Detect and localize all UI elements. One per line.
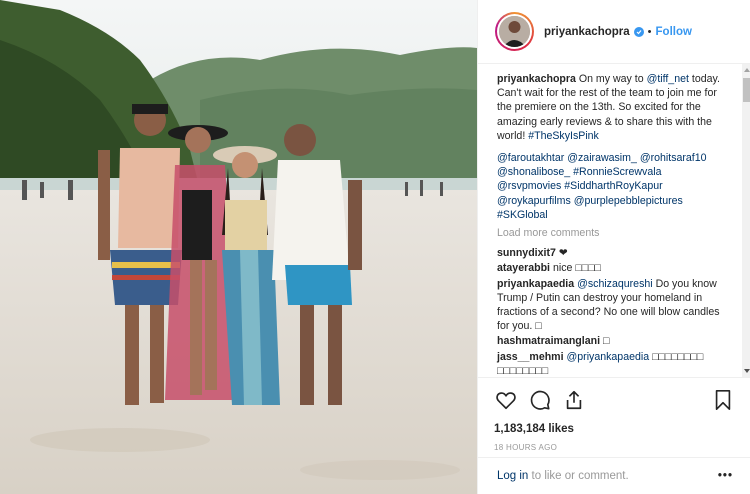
comment-item: hashmatraimanglani □ [497, 334, 730, 348]
likes-count[interactable]: 1,183,184 likes [494, 423, 735, 435]
heart-icon[interactable] [494, 388, 518, 412]
post-header: priyankachopra • Follow [478, 0, 750, 64]
hashtag-link[interactable]: #SiddharthRoyKapur [564, 180, 662, 192]
caption-username[interactable]: priyankachopra [497, 73, 576, 85]
comment-text: □ [602, 335, 610, 348]
mention-link[interactable]: @tiff_net [647, 73, 689, 85]
follow-button[interactable]: Follow [656, 26, 692, 38]
comments-list[interactable]: priyankachopra On my way to @tiff_net to… [478, 64, 742, 377]
scroll-up-arrow-icon[interactable] [744, 68, 750, 72]
login-footer: Log in to like or comment. ••• [478, 457, 750, 494]
avatar[interactable] [499, 16, 530, 47]
mention-link[interactable]: @priyankapaedia [567, 351, 650, 363]
mention-link[interactable]: @schizaqureshi [577, 278, 653, 290]
post-timestamp[interactable]: 18 HOURS AGO [494, 443, 735, 452]
post-caption: priyankachopra On my way to @tiff_net to… [497, 73, 720, 142]
share-icon[interactable] [562, 388, 586, 412]
post-photo[interactable] [0, 0, 477, 494]
verified-icon [633, 26, 644, 37]
hashtag-link[interactable]: #TheSkyIsPink [528, 130, 599, 142]
post-actions: 1,183,184 likes 18 HOURS AGO [478, 377, 750, 452]
comment-icon[interactable] [528, 388, 552, 412]
comment-username[interactable]: jass__mehmi [497, 351, 564, 363]
comment-item: sunnydixit7 ❤ [497, 246, 730, 260]
comment-username[interactable]: sunnydixit7 [497, 247, 556, 259]
comment-item: jass__mehmi @priyankapaedia □□□□□□□□ □□□… [497, 350, 730, 377]
comment-username[interactable]: priyankapaedia [497, 278, 574, 290]
mention-link[interactable]: @rohitsaraf10 [640, 152, 707, 164]
comment-username[interactable]: hashmatraimanglani [497, 335, 600, 347]
comment-text: nice □□□□ [552, 262, 601, 275]
hashtag-link[interactable]: #SKGlobal [497, 209, 548, 221]
login-link[interactable]: Log in [497, 470, 528, 482]
login-prompt-text: to like or comment. [528, 470, 629, 482]
comment-item: priyankapaedia @schizaqureshi Do you kno… [497, 277, 730, 334]
comment-username[interactable]: atayerabbi [497, 262, 550, 274]
separator-dot: • [647, 25, 652, 38]
mention-link[interactable]: @purplepebblepictures [574, 195, 683, 207]
comment-item: atayerabbi nice □□□□ [497, 261, 730, 275]
bookmark-icon[interactable] [711, 388, 735, 412]
mention-link[interactable]: @shonalibose_ [497, 166, 570, 178]
scrollbar-thumb[interactable] [743, 78, 750, 102]
header-username[interactable]: priyankachopra [544, 26, 630, 38]
story-ring[interactable] [495, 12, 534, 51]
mention-link[interactable]: @zairawasim_ [567, 152, 637, 164]
mention-link[interactable]: @roykapurfilms [497, 195, 571, 207]
hashtag-link[interactable]: #RonnieScrewvala [573, 166, 661, 178]
load-more-comments-button[interactable]: Load more comments [497, 226, 730, 240]
mention-link[interactable]: @rsvpmovies [497, 180, 561, 192]
comments-scrollbar[interactable] [742, 64, 750, 377]
mention-link[interactable]: @faroutakhtar [497, 152, 564, 164]
scroll-down-arrow-icon[interactable] [744, 369, 750, 373]
more-options-button[interactable]: ••• [718, 470, 733, 482]
caption-mentions: @faroutakhtar @zairawasim_ @rohitsaraf10… [497, 151, 730, 222]
comment-text: ❤ [558, 247, 568, 260]
beach-photo-illustration [0, 0, 477, 494]
post-side-panel: priyankachopra • Follow priyankachopra O… [477, 0, 750, 494]
